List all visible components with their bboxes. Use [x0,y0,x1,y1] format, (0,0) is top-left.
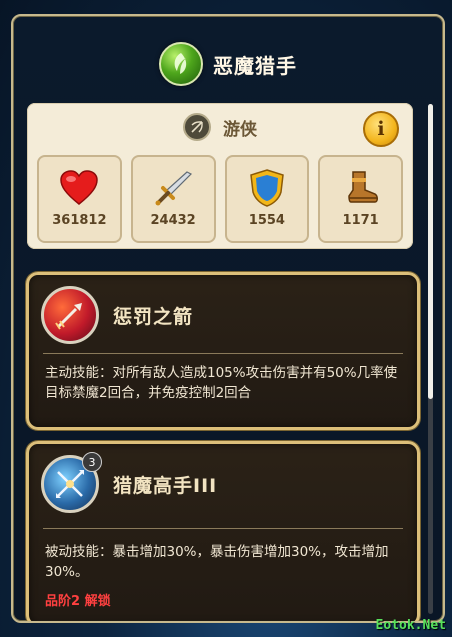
stat-tile-defense: 1554 [224,155,310,243]
hero-header: 恶魔猎手 [13,42,443,86]
role-row: 游侠 [27,113,413,141]
heart-icon [58,167,100,209]
skill-level-badge: 3 [82,452,102,472]
skill-head: 惩罚之箭 [41,286,194,344]
watermark: Eotok.Net [375,618,446,633]
scrollbar-thumb[interactable] [428,104,433,399]
stat-row: 361812 24432 1554 1171 [37,155,403,243]
skill-name: 猎魔高手III [113,474,218,497]
skill-name: 惩罚之箭 [113,305,194,328]
scrollbar[interactable] [428,104,433,614]
stat-tile-hp: 361812 [37,155,122,243]
stat-value-hp: 361812 [52,213,107,228]
stats-card: 游侠 i 361812 24432 1554 1171 [27,103,413,249]
skill-description: 被动技能：暴击增加30%，暴击伤害增加30%，攻击增加30%。 [45,544,389,580]
stat-value-speed: 1171 [342,213,379,228]
skill-card-1[interactable]: 惩罚之箭 主动技能：对所有敌人造成105%攻击伤害并有50%几率使目标禁魔2回合… [26,272,420,430]
skill-description: 主动技能：对所有敌人造成105%攻击伤害并有50%几率使目标禁魔2回合，并免疫控… [45,365,398,401]
shield-icon [246,167,288,209]
stat-value-attack: 24432 [150,213,196,228]
crossed-arrows-icon: 3 [41,452,102,513]
hero-detail-panel: 恶魔猎手 游侠 i 361812 24432 1554 1171 惩罚之箭 主动… [11,14,445,623]
hero-name: 恶魔猎手 [213,53,297,78]
divider [43,353,403,354]
stat-tile-attack: 24432 [130,155,216,243]
bow-arrow-icon [183,113,211,141]
unlock-text: 品阶2 解锁 [45,594,111,609]
info-button[interactable]: i [363,111,399,147]
flaming-arrow-icon [41,286,99,344]
boot-icon [340,167,382,209]
sword-icon [152,167,194,209]
stat-tile-speed: 1171 [318,155,403,243]
skill-card-2[interactable]: 3 猎魔高手III 被动技能：暴击增加30%，暴击伤害增加30%，攻击增加30%… [26,441,420,621]
leaf-emblem-icon [159,42,203,86]
divider [43,528,403,529]
skill-head: 3 猎魔高手III [41,452,218,513]
stat-value-defense: 1554 [248,213,285,228]
role-name: 游侠 [223,119,257,140]
